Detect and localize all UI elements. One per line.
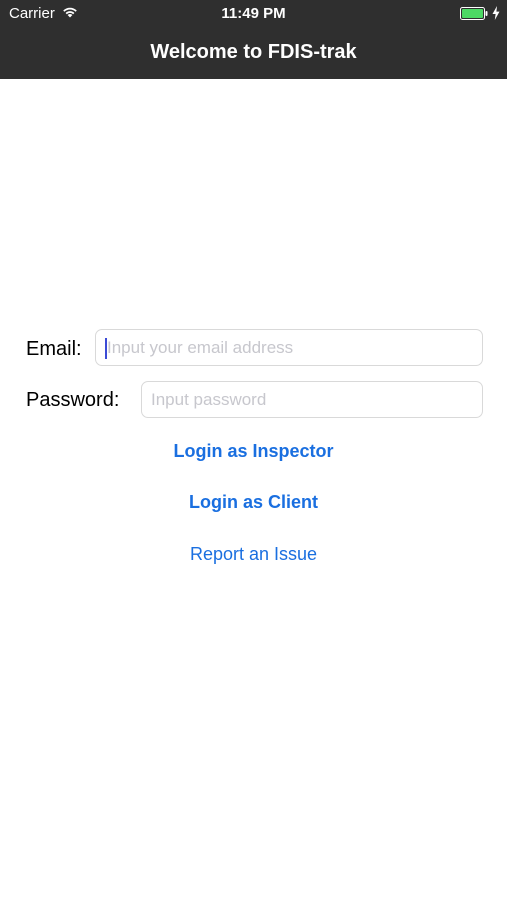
email-field[interactable] — [96, 330, 482, 365]
password-field-container[interactable] — [141, 381, 483, 418]
password-field[interactable] — [142, 382, 482, 417]
email-label: Email: — [26, 338, 82, 360]
email-field-container[interactable] — [95, 329, 483, 366]
password-label: Password: — [26, 389, 120, 411]
report-issue-button[interactable]: Report an Issue — [0, 544, 507, 564]
navigation-bar: Carrier 11:49 PM Welcome to FDIS-trak — [0, 0, 507, 79]
login-inspector-button[interactable]: Login as Inspector — [0, 441, 507, 461]
text-cursor — [105, 338, 107, 359]
status-bar: Carrier 11:49 PM — [0, 0, 507, 28]
status-time: 11:49 PM — [221, 5, 286, 22]
page-title: Welcome to FDIS-trak — [150, 41, 357, 63]
login-client-button[interactable]: Login as Client — [0, 492, 507, 512]
battery-icon — [460, 7, 488, 20]
charging-bolt-icon — [492, 6, 500, 20]
